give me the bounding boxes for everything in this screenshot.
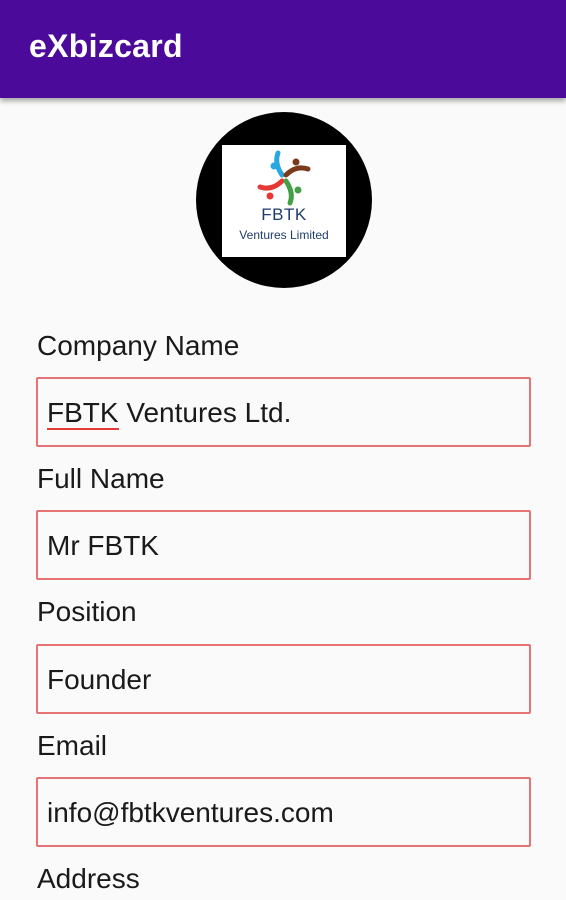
position-label: Position: [37, 596, 137, 627]
email-field[interactable]: info@fbtkventures.com: [36, 777, 531, 847]
form-content[interactable]: FBTK Ventures Limited Company Name FBTK …: [0, 98, 566, 900]
full-name-label: Full Name: [37, 463, 165, 494]
email-value: info@fbtkventures.com: [47, 797, 334, 828]
company-name-rest: Ventures Ltd.: [118, 397, 292, 428]
logo-text-fbtk: FBTK: [261, 205, 307, 224]
logo-card: FBTK Ventures Limited: [222, 145, 346, 257]
company-name-field[interactable]: FBTK Ventures Ltd.: [36, 377, 531, 447]
logo-text-ventures: Ventures Limited: [239, 228, 329, 242]
company-logo[interactable]: FBTK Ventures Limited: [196, 112, 372, 288]
company-name-value: FBTK Ventures Ltd.: [47, 397, 292, 431]
position-value: Founder: [47, 664, 152, 695]
full-name-value: Mr FBTK: [47, 530, 159, 561]
people-figures-icon: [257, 150, 311, 206]
address-label: Address: [37, 863, 140, 894]
app-title: eXbizcard: [29, 28, 183, 64]
app-bar: eXbizcard: [0, 0, 566, 98]
position-field[interactable]: Founder: [36, 644, 531, 714]
email-label: Email: [37, 730, 108, 761]
spellcheck-flagged-word: FBTK: [47, 397, 119, 431]
full-name-field[interactable]: Mr FBTK: [36, 510, 531, 580]
company-name-label: Company Name: [37, 330, 240, 361]
